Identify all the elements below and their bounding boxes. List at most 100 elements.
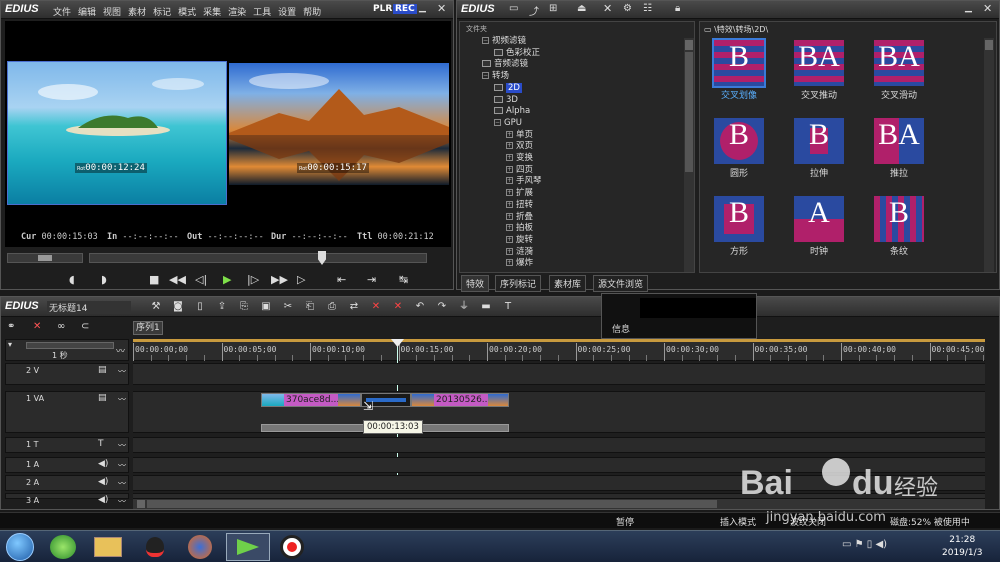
tree-item[interactable]: Alpha <box>494 106 530 117</box>
folder-icon[interactable] <box>482 60 491 68</box>
expand-icon[interactable]: + <box>506 154 513 161</box>
tree-item[interactable]: + 单页 <box>506 130 533 141</box>
folder-icon[interactable]: ▭ <box>509 3 518 14</box>
grid-scrollbar[interactable] <box>984 38 994 272</box>
effect-thumbnail[interactable]: BA <box>794 40 844 86</box>
track-header[interactable]: 1 VA ▤ 〰 <box>5 391 129 433</box>
shuttle-slider[interactable] <box>7 253 83 263</box>
snap-icon[interactable]: ⊂ <box>81 321 89 332</box>
menu-item[interactable]: 帮助 <box>303 8 321 18</box>
effect-thumbnail[interactable]: B <box>714 196 764 242</box>
mark-in-button[interactable]: ◖ <box>69 273 75 286</box>
effects-tab[interactable]: 序列标记 <box>495 275 542 292</box>
tree-item[interactable]: + 扩展 <box>506 188 533 199</box>
expand-icon[interactable]: + <box>506 130 513 138</box>
tree-scrollbar[interactable] <box>684 38 694 272</box>
effects-tab[interactable]: 源文件浏览 <box>593 275 649 292</box>
video-track-icon[interactable]: ▤ <box>98 365 107 375</box>
tree-item[interactable]: − GPU <box>494 118 522 129</box>
tree-item[interactable]: + 手风琴 <box>506 176 542 187</box>
overwrite-button[interactable]: ⇥ <box>367 273 376 286</box>
cut-icon[interactable]: ✂ <box>279 299 297 315</box>
undo-icon[interactable]: ↶ <box>411 299 429 315</box>
speaker-icon[interactable]: ◀) <box>98 477 108 487</box>
speaker-icon[interactable]: ◀) <box>98 495 108 505</box>
position-slider[interactable] <box>89 251 427 265</box>
sequence-tab[interactable]: 序列1 <box>133 321 163 335</box>
tree-item[interactable]: + 扭转 <box>506 200 533 211</box>
tree-item[interactable]: + 涟漪 <box>506 247 533 258</box>
folder-icon[interactable] <box>494 83 503 91</box>
effects-close-icon[interactable]: ✕ <box>983 2 992 15</box>
tree-item[interactable]: + 双页 <box>506 141 533 152</box>
start-button[interactable] <box>6 533 34 561</box>
delete-icon[interactable]: ✕ <box>603 2 612 15</box>
track-header[interactable]: 2 A ◀) 〰 <box>5 475 129 491</box>
lock-track-icon[interactable]: ▾ <box>8 340 12 349</box>
capture-icon[interactable]: ◙ <box>169 299 187 315</box>
title-track-icon[interactable]: T <box>98 439 104 449</box>
expand-icon[interactable]: + <box>506 200 513 208</box>
tree-item[interactable]: + 折叠 <box>506 212 533 223</box>
position-handle[interactable] <box>318 251 326 265</box>
menu-item[interactable]: 视图 <box>103 8 121 18</box>
taskbar-ie-icon[interactable] <box>50 535 76 559</box>
timescale-slider[interactable] <box>26 342 114 349</box>
delete-clip-icon[interactable]: ✕ <box>367 299 385 315</box>
timescale-select[interactable]: 1 秒 <box>52 350 68 361</box>
effects-tab[interactable]: 素材库 <box>549 275 587 292</box>
new-folder-icon[interactable]: ⊞ <box>549 3 557 14</box>
paste-icon[interactable]: ⎙ <box>323 299 341 315</box>
audio-icon[interactable]: ▬ <box>477 299 495 315</box>
expand-icon[interactable]: + <box>506 247 513 255</box>
split-button[interactable]: ↹ <box>399 273 408 286</box>
tree-item[interactable]: 音频滤镜 <box>482 59 528 70</box>
menu-item[interactable]: 渲染 <box>228 8 246 18</box>
lock-icon[interactable]: 🔒︎ <box>675 3 680 14</box>
effect-thumbnail[interactable]: B <box>874 196 924 242</box>
expand-icon[interactable]: + <box>506 212 513 220</box>
tree-item[interactable]: + 爆炸 <box>506 258 533 269</box>
clip-2[interactable]: 20130526... <box>411 393 509 407</box>
expand-icon[interactable]: + <box>506 142 513 150</box>
waveform-icon[interactable]: 〰 <box>118 440 126 451</box>
expand-icon[interactable]: + <box>506 165 513 173</box>
waveform-icon[interactable]: 〰 <box>118 366 126 377</box>
tree-item[interactable]: − 视频滤镜 <box>482 36 526 47</box>
waveform-icon[interactable]: 〰 <box>118 460 126 471</box>
effects-tab[interactable]: 特效 <box>461 275 490 292</box>
video-track-icon[interactable]: ▤ <box>98 393 107 403</box>
rewind-button[interactable]: ◀◀ <box>169 273 186 286</box>
effect-thumbnail[interactable]: BA <box>874 40 924 86</box>
waveform-icon[interactable]: 〰 <box>118 478 126 489</box>
mark-out-button[interactable]: ◗ <box>101 273 107 286</box>
close-icon[interactable]: ✕ <box>437 2 446 15</box>
up-folder-icon[interactable]: ⤴ <box>529 3 539 18</box>
clock[interactable]: 21:28 2019/1/3 <box>942 534 982 560</box>
tree-item[interactable]: + 变换 <box>506 153 533 164</box>
ripple-delete-icon[interactable]: ✕ <box>389 299 407 315</box>
sync-icon[interactable]: ✕ <box>33 321 41 332</box>
collapse-icon[interactable]: − <box>482 37 489 44</box>
menu-item[interactable]: 素材 <box>128 8 146 18</box>
save-icon[interactable]: ▣ <box>257 299 275 315</box>
track-header[interactable]: 2 V ▤ 〰 <box>5 363 129 385</box>
menu-item[interactable]: 工具 <box>253 8 271 18</box>
effect-thumbnail[interactable]: BA <box>874 118 924 164</box>
tree-item[interactable]: 3D <box>494 95 518 106</box>
expand-icon[interactable]: + <box>506 235 513 243</box>
tree-item[interactable]: − 转场 <box>482 71 509 82</box>
timeline-ruler[interactable]: 00:00:00;00 00:00:05;00 00:00:10;00 00:00:1… <box>133 339 985 361</box>
taskbar-edius-icon[interactable] <box>226 533 270 561</box>
apply-icon[interactable]: ⏏ <box>577 3 586 14</box>
expand-icon[interactable]: + <box>506 224 513 232</box>
tree-item[interactable]: + 四页 <box>506 165 533 176</box>
expand-icon[interactable]: + <box>506 177 513 185</box>
effect-thumbnail[interactable]: A <box>794 196 844 242</box>
stop-button[interactable]: ■ <box>149 273 159 286</box>
menu-item[interactable]: 标记 <box>153 8 171 18</box>
properties-icon[interactable]: ⚙ <box>623 3 632 14</box>
link-icon[interactable]: ⚭ <box>7 321 15 332</box>
open-icon[interactable]: ⇪ <box>213 299 231 315</box>
copy-icon[interactable]: ⎗ <box>301 299 319 315</box>
